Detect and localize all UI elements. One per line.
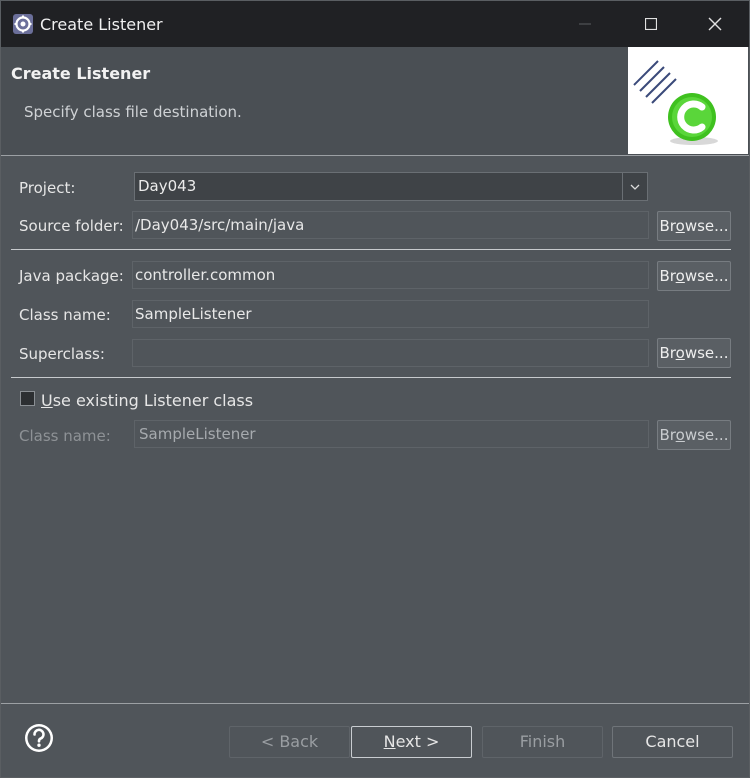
source-folder-browse-button[interactable]: Browse... [657,211,731,241]
existing-class-browse-button[interactable]: Browse... [657,420,731,450]
java-package-browse-button[interactable]: Browse... [657,261,731,291]
source-folder-label: Source folder: [19,217,124,235]
close-button[interactable] [691,1,739,47]
use-existing-checkbox[interactable] [20,391,35,406]
source-folder-field[interactable]: /Day043/src/main/java [132,211,649,239]
window-title: Create Listener [40,15,163,34]
cancel-button[interactable]: Cancel [612,726,733,758]
minimize-button[interactable] [561,1,609,47]
class-wizard-banner-icon [633,60,718,145]
java-package-field[interactable]: controller.common [132,261,649,289]
close-icon [708,17,722,31]
superclass-field[interactable] [132,339,649,367]
java-package-label: Java package: [19,267,124,285]
next-button[interactable]: Next > [351,726,472,758]
separator [1,703,749,704]
wizard-banner-image [628,47,748,154]
separator [11,249,731,250]
eclipse-gear-icon [13,14,33,34]
separator [11,377,731,378]
maximize-icon [645,18,657,30]
project-dropdown-button[interactable] [622,173,647,200]
project-select[interactable]: Day043 [134,172,648,201]
back-button[interactable]: < Back [229,726,350,758]
wizard-header: Create Listener Specify class file desti… [1,47,749,156]
superclass-browse-button[interactable]: Browse... [657,338,731,368]
class-name-label: Class name: [19,306,111,324]
class-name-field[interactable]: SampleListener [132,300,649,328]
superclass-label: Superclass: [19,345,105,363]
title-bar: Create Listener [1,1,749,47]
minimize-icon [579,23,591,25]
page-title: Create Listener [11,64,151,83]
finish-button[interactable]: Finish [482,726,603,758]
project-label: Project: [19,179,76,197]
project-select-value: Day043 [138,177,197,195]
page-description: Specify class file destination. [24,103,242,121]
maximize-button[interactable] [627,1,675,47]
existing-class-name-label: Class name: [19,427,111,445]
help-circle-icon[interactable] [24,723,54,753]
chevron-down-icon [630,184,640,190]
use-existing-label[interactable]: Use existing Listener class [41,391,253,410]
create-listener-dialog: Create Listener Create Listener Specify … [0,0,750,778]
existing-class-name-field[interactable]: SampleListener [134,420,649,448]
